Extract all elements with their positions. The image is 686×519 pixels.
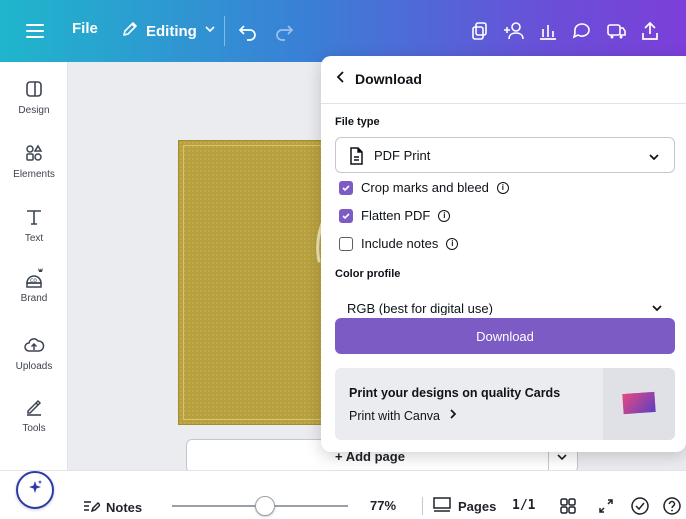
print-with-canva-link[interactable]: Print with Canva — [349, 408, 458, 423]
include-notes-option[interactable]: Include notes i — [339, 236, 459, 251]
share-people-icon[interactable] — [502, 19, 526, 43]
comment-icon[interactable] — [570, 19, 594, 43]
sidebar-item-tools[interactable]: Tools — [0, 392, 68, 448]
sidebar-item-label: Uploads — [15, 361, 53, 372]
editing-label: Editing — [146, 22, 197, 40]
pencil-icon — [120, 19, 140, 43]
sidebar-item-label: Text — [24, 233, 44, 244]
text-icon — [23, 206, 45, 228]
file-type-select[interactable]: PDF Print — [335, 137, 675, 173]
toolbar-divider — [224, 16, 225, 46]
sidebar-item-label: Brand — [20, 293, 48, 304]
magic-assistant-button[interactable] — [16, 471, 54, 509]
svg-text:co: co — [30, 277, 37, 284]
download-button[interactable]: Download — [335, 318, 675, 354]
redo-icon[interactable] — [272, 19, 296, 43]
download-panel: Download File type PDF Print Crop marks … — [321, 56, 686, 452]
sidebar-item-text[interactable]: Text — [0, 202, 68, 258]
zoom-level[interactable]: 77% — [370, 498, 396, 513]
info-icon[interactable]: i — [446, 237, 459, 250]
document-icon — [348, 147, 364, 165]
sidebar-item-label: Tools — [22, 423, 46, 434]
chevron-down-icon — [203, 22, 217, 40]
share-upload-icon[interactable] — [638, 19, 662, 43]
left-sidebar: Design Elements Text co Brand Uploads To… — [0, 62, 68, 519]
include-notes-checkbox[interactable] — [339, 236, 353, 251]
crop-marks-checkbox[interactable] — [339, 180, 353, 195]
chevron-left-icon[interactable] — [335, 70, 347, 87]
info-icon[interactable]: i — [496, 181, 509, 194]
editing-mode-button[interactable]: Editing — [120, 18, 217, 44]
pages-button[interactable]: Pages — [432, 496, 496, 517]
help-icon[interactable] — [662, 496, 682, 516]
elements-icon — [23, 142, 45, 164]
grid-view-icon[interactable] — [558, 496, 578, 516]
flatten-pdf-checkbox[interactable] — [339, 208, 353, 223]
sidebar-item-uploads[interactable]: Uploads — [0, 330, 68, 386]
promo-title: Print your designs on quality Cards — [349, 386, 561, 400]
sidebar-item-brand[interactable]: co Brand — [0, 262, 68, 318]
uploads-icon — [23, 334, 45, 356]
insights-icon[interactable] — [536, 19, 560, 43]
color-profile-select[interactable]: RGB (best for digital use) — [335, 293, 675, 315]
sparkle-icon — [25, 478, 45, 503]
card-preview-thumbnail — [603, 368, 675, 440]
pages-label: Pages — [458, 499, 497, 514]
chevron-down-icon — [648, 150, 660, 162]
info-icon[interactable]: i — [438, 209, 451, 222]
design-icon — [23, 78, 45, 100]
flatten-pdf-option[interactable]: Flatten PDF i — [339, 208, 451, 223]
crop-marks-option[interactable]: Crop marks and bleed i — [339, 180, 509, 195]
notes-icon — [82, 498, 102, 517]
sidebar-item-label: Design — [18, 105, 50, 116]
sidebar-item-elements[interactable]: Elements — [0, 138, 68, 194]
fullscreen-icon[interactable] — [596, 496, 616, 516]
present-icon[interactable] — [604, 19, 628, 43]
tools-icon — [23, 396, 45, 418]
notes-label: Notes — [106, 500, 143, 515]
chevron-right-icon — [448, 408, 458, 423]
promo-link-label: Print with Canva — [349, 408, 441, 423]
undo-icon[interactable] — [236, 19, 260, 43]
check-circle-icon[interactable] — [630, 496, 650, 516]
page-count: 1/1 — [512, 498, 536, 513]
color-profile-value: RGB (best for digital use) — [347, 301, 493, 315]
resize-icon[interactable] — [468, 19, 492, 43]
menu-icon[interactable] — [24, 20, 46, 42]
flatten-pdf-label: Flatten PDF — [361, 208, 431, 223]
file-type-value: PDF Print — [374, 148, 431, 163]
bottom-bar: Notes 77% Pages 1/1 — [0, 470, 686, 519]
zoom-slider-handle[interactable] — [255, 496, 275, 516]
sidebar-item-design[interactable]: Design — [0, 74, 68, 130]
sidebar-item-label: Elements — [13, 169, 55, 180]
panel-title: Download — [355, 70, 422, 87]
crop-marks-label: Crop marks and bleed — [361, 180, 489, 195]
download-panel-header[interactable]: Download — [335, 70, 422, 87]
brand-icon: co — [23, 266, 45, 288]
file-menu-button[interactable]: File — [72, 20, 98, 37]
color-profile-label: Color profile — [335, 268, 401, 280]
print-promo-card[interactable]: Print your designs on quality Cards Prin… — [335, 368, 675, 440]
file-type-label: File type — [335, 116, 380, 128]
chevron-down-icon[interactable] — [555, 450, 569, 464]
pages-icon — [432, 496, 452, 517]
notes-button[interactable]: Notes — [82, 498, 142, 517]
top-toolbar: File Editing — [0, 0, 686, 62]
include-notes-label: Include notes — [361, 236, 439, 251]
chevron-down-icon — [651, 301, 663, 313]
